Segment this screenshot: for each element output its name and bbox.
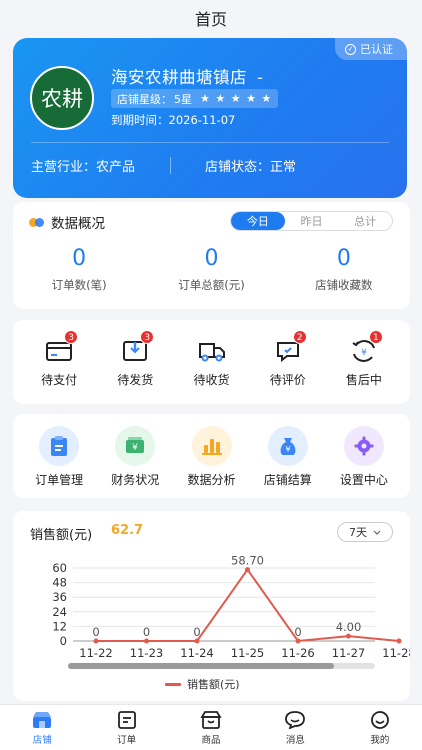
menu-finance[interactable]: ¥ 财务状况 — [97, 426, 173, 488]
data-overview-panel: 数据概况 今日 昨日 总计 0 订单数(笔) 0 订单总额(元) 0 店铺收藏数 — [13, 202, 410, 309]
legend-swatch — [165, 682, 181, 686]
y-tick-label: 48 — [52, 576, 67, 590]
data-point — [144, 638, 149, 644]
shop-rating: 店铺星级： 5星 ★ ★ ★ ★ ★ — [111, 89, 279, 108]
data-label: 0 — [294, 625, 301, 639]
y-tick-label: 60 — [52, 561, 67, 575]
data-point — [245, 567, 250, 573]
check-circle-icon: ✓ — [345, 43, 356, 55]
x-tick-label: 11-28 — [382, 646, 410, 660]
overview-dots-icon — [29, 217, 44, 227]
sales-line-chart: 0122436486011-22 11-23 11-24 11-25 11-26 11-2… — [52, 554, 410, 669]
verified-badge: ✓ 已认证 — [335, 38, 407, 60]
period-switch[interactable]: 今日 昨日 总计 — [230, 211, 393, 231]
data-point — [396, 638, 402, 644]
chart-scroll-thumb — [68, 663, 334, 669]
order-status-panel: 3 待支付 3 待发货 待收货 2 待评价 ¥ 1 售后中 — [13, 320, 410, 404]
menu-settings[interactable]: 设置中心 — [326, 426, 402, 488]
menu-settlement[interactable]: ¥ 店铺结算 — [250, 426, 326, 488]
page-title: 首页 — [194, 10, 227, 29]
gear-icon — [343, 426, 384, 466]
stat-favorites[interactable]: 0 店铺收藏数 — [278, 246, 410, 293]
shop-name[interactable]: 海安农耕曲塘镇店 - — [111, 64, 263, 88]
y-tick-label: 24 — [52, 605, 67, 619]
tab-orders[interactable]: 订单 — [84, 705, 168, 750]
main-industry: 主营行业：农产品 — [31, 160, 136, 175]
data-point — [295, 638, 301, 644]
truck-icon — [198, 343, 225, 362]
bottom-tabbar: 店铺 订单 商品 消息 我的 — [0, 704, 422, 750]
shop-card[interactable]: ✓ 已认证 农耕 海安农耕曲塘镇店 - 店铺星级： 5星 ★ ★ ★ ★ ★ 到期… — [13, 38, 407, 198]
stat-order-amount[interactable]: 0 订单总额(元) — [145, 246, 277, 293]
data-label: 4.00 — [336, 620, 362, 634]
order-pending-review[interactable]: 2 待评价 — [250, 330, 326, 388]
shop-logo: 农耕 — [30, 66, 94, 130]
star-icons: ★ ★ ★ ★ ★ — [200, 92, 273, 105]
function-menu-panel: 订单管理 ¥ 财务状况 数据分析 ¥ 店铺结算 设置中心 — [13, 414, 410, 498]
order-pending-shipment[interactable]: 3 待发货 — [97, 330, 173, 388]
data-label: 0 — [193, 625, 200, 639]
menu-order-management[interactable]: 订单管理 — [21, 426, 97, 488]
menu-data-analysis[interactable]: 数据分析 — [173, 426, 249, 488]
tab-total[interactable]: 总计 — [338, 212, 392, 230]
top-nav: 首页 — [0, 0, 422, 36]
card-separator — [170, 157, 171, 174]
order-pending-receipt[interactable]: 待收货 — [173, 336, 249, 388]
order-icon — [117, 711, 136, 729]
x-tick-label: 11-22 — [79, 646, 112, 660]
data-point — [93, 638, 99, 644]
stat-order-count[interactable]: 0 订单数(笔) — [13, 246, 145, 293]
tab-messages[interactable]: 消息 — [253, 705, 337, 750]
order-pending-payment[interactable]: 3 待支付 — [21, 330, 97, 388]
profile-icon — [370, 711, 389, 729]
badge-pending-review: 2 — [292, 330, 307, 344]
y-tick-label: 0 — [60, 634, 67, 648]
overview-stats: 0 订单数(笔) 0 订单总额(元) 0 店铺收藏数 — [13, 246, 410, 293]
data-label: 0 — [143, 625, 150, 639]
svg-text:¥: ¥ — [132, 443, 138, 453]
x-tick-label: 11-25 — [231, 646, 264, 660]
message-icon — [285, 711, 306, 729]
chart-legend: 销售额(元) — [165, 676, 240, 692]
money-icon: ¥ — [115, 426, 156, 466]
overview-title: 数据概况 — [29, 212, 105, 232]
expire-date: 到期时间：2026-11-07 — [111, 113, 236, 127]
svg-text:¥: ¥ — [361, 348, 367, 358]
badge-pending-payment: 3 — [64, 330, 79, 344]
money-bag-icon: ¥ — [267, 426, 308, 466]
tab-profile[interactable]: 我的 — [338, 705, 422, 750]
badge-pending-shipment: 3 — [140, 330, 155, 344]
goods-icon — [200, 711, 222, 729]
bar-chart-icon — [191, 426, 232, 466]
badge-after-sales: 1 — [368, 330, 383, 344]
tab-yesterday[interactable]: 昨日 — [285, 212, 339, 230]
tab-today[interactable]: 今日 — [231, 212, 285, 230]
x-tick-label: 11-26 — [281, 646, 314, 660]
x-tick-label: 11-27 — [332, 646, 365, 660]
data-point — [194, 638, 200, 644]
clipboard-icon — [39, 426, 80, 466]
y-tick-label: 36 — [52, 590, 67, 604]
order-after-sales[interactable]: ¥ 1 售后中 — [326, 330, 402, 388]
y-tick-label: 12 — [52, 619, 67, 633]
data-label: 0 — [92, 625, 99, 639]
x-tick-label: 11-24 — [180, 646, 213, 660]
x-tick-label: 11-23 — [130, 646, 163, 660]
data-point — [346, 633, 351, 639]
sales-chart-panel: 销售额(元) 62.7 7天 0 12 24 36 48 60 11-22 11-23 11-2… — [13, 511, 410, 701]
store-icon — [33, 712, 52, 728]
data-label: 58.70 — [231, 554, 264, 568]
tab-store[interactable]: 店铺 — [0, 705, 84, 750]
shop-status: 店铺状态：正常 — [205, 160, 297, 175]
svg-text:¥: ¥ — [285, 445, 290, 454]
tab-goods[interactable]: 商品 — [169, 705, 253, 750]
card-divider — [31, 142, 389, 143]
